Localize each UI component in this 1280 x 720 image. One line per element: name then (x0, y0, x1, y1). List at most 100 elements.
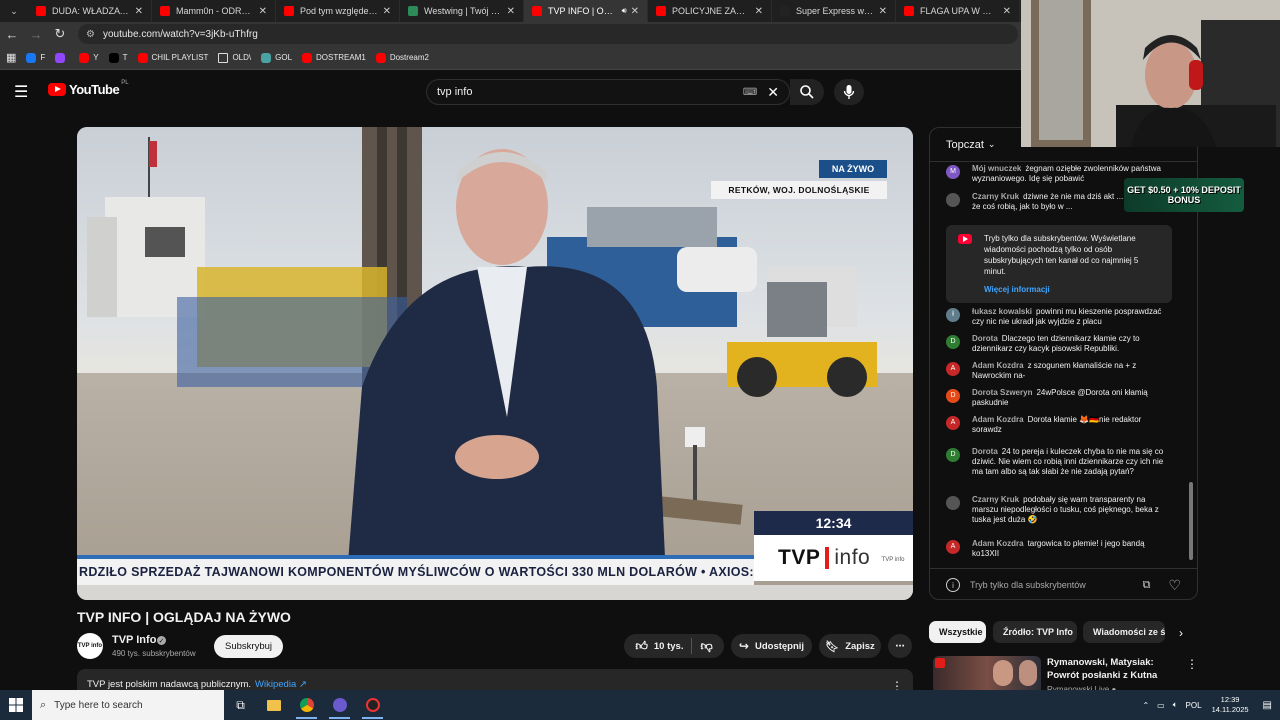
super-chat-icon[interactable]: ⧉ (1143, 579, 1151, 592)
chat-message[interactable]: D Dorota Dlaczego ten dziennikarz kłamie c… (946, 334, 1172, 354)
chat-avatar: M (946, 165, 960, 179)
app-icon-purple[interactable] (323, 690, 356, 720)
wikipedia-link[interactable]: Wikipedia ↗ (255, 679, 307, 690)
back-button[interactable]: ← (0, 22, 24, 46)
chat-message-body: Dorota 24 to pereja i kuleczek chyba to n… (972, 447, 1172, 477)
close-tab-icon[interactable]: ✕ (999, 6, 1011, 17)
bookmark-favicon-icon (137, 52, 148, 63)
chat-text: 24 to pereja i kuleczek chyba to nie ma … (972, 447, 1164, 476)
chat-message[interactable]: A Adam Kozdra targowica to plemie! i jego … (946, 539, 1172, 559)
subscribers-only-notice: Tryb tylko dla subskrybentów. Wyświetlan… (946, 225, 1172, 303)
thumbnail-face (1019, 660, 1037, 686)
deposit-bonus-ad[interactable]: GET $0.50 + 10% DEPOSIT BONUS (1124, 178, 1244, 212)
clear-search-icon[interactable]: ✕ (767, 84, 779, 101)
chat-message[interactable]: A Adam Kozdra z szogunem kłamaliście na + … (946, 361, 1172, 381)
chat-avatar (946, 193, 960, 207)
volume-icon[interactable]: 🔈︎ (1173, 700, 1178, 710)
logo-divider-bar (825, 547, 830, 569)
close-tab-icon[interactable]: ✕ (379, 6, 391, 17)
folder-icon (218, 52, 229, 63)
system-clock[interactable]: 12:39 14.11.2025 (1212, 695, 1249, 715)
search-button[interactable] (790, 79, 824, 105)
more-vertical-icon[interactable]: ⋮ (891, 679, 903, 693)
save-button[interactable]: 🔖︎ Zapisz (819, 634, 881, 658)
tab-title: Super Express w serw (796, 6, 875, 16)
bookmark-item[interactable]: Dostream2 (375, 52, 429, 63)
hamburger-menu-icon[interactable]: ☰ (14, 82, 34, 102)
browser-tab[interactable]: Westwing | Twój sklep✕ (400, 0, 524, 22)
info-icon[interactable]: i (946, 578, 960, 592)
forward-button[interactable]: → (24, 22, 48, 46)
browser-tab[interactable]: TVP INFO | OGLĄ 🔊︎ ✕ (524, 0, 648, 22)
language-indicator[interactable]: POL (1186, 701, 1202, 710)
tab-search-menu[interactable]: ⌄ (0, 0, 28, 22)
browser-tab[interactable]: Super Express w serw✕ (772, 0, 896, 22)
browser-tab[interactable]: FLAGA UPA W WARS✕ (896, 0, 1020, 22)
close-tab-icon[interactable]: ✕ (627, 6, 639, 17)
browser-tab[interactable]: Pod tym względem B ✕ (276, 0, 400, 22)
more-info-link[interactable]: Więcej informacji (984, 284, 1162, 295)
close-tab-icon[interactable]: ✕ (503, 6, 515, 17)
chat-scrollbar[interactable] (1189, 482, 1193, 560)
more-actions-button[interactable]: ⋯ (888, 634, 912, 658)
bookmark-item[interactable]: DOSTREAM1 (302, 52, 366, 63)
recommendation-title[interactable]: Rymanowski, Matysiak: Powrót posłanki z … (1047, 656, 1181, 682)
youtube-logo[interactable]: YouTube PL (48, 80, 129, 97)
reload-button[interactable]: ↻ (48, 22, 72, 46)
url-text: youtube.com/watch?v=3jKb-uThfrg (102, 28, 258, 40)
like-button[interactable]: 👍︎ 10 tys. (635, 639, 683, 654)
close-tab-icon[interactable]: ✕ (751, 6, 763, 17)
bookmark-item[interactable]: F (26, 52, 45, 63)
channel-name[interactable]: TVP Info (112, 634, 156, 646)
chat-message[interactable]: ł łukasz kowalski powinni mu kieszenie pos… (946, 307, 1172, 327)
close-tab-icon[interactable]: ✕ (875, 6, 887, 17)
share-button[interactable]: ↪ Udostępnij (731, 634, 812, 658)
taskbar-search-input[interactable]: ⌕ Type here to search (32, 690, 224, 720)
voice-search-button[interactable] (834, 79, 864, 105)
keyboard-icon[interactable]: ⌨ (743, 87, 757, 98)
chrome-icon[interactable] (290, 690, 323, 720)
file-explorer-icon[interactable] (257, 690, 290, 720)
bookmark-item[interactable]: T (108, 52, 128, 63)
browser-tab[interactable]: POLICYJNE ZABEZPIE✕ (648, 0, 772, 22)
filter-chip[interactable]: Źródło: TVP Info (993, 621, 1077, 643)
chat-message-body: Adam Kozdra Dorota kłamie 🦊🇩🇪nie redaktor… (972, 415, 1172, 435)
task-view-icon[interactable]: ⧉ (224, 690, 257, 720)
subscribe-button[interactable]: Subskrybuj (214, 635, 283, 658)
bookmark-item[interactable]: OLD\ (218, 52, 251, 63)
bookmark-item[interactable] (55, 52, 69, 63)
channel-avatar[interactable]: TVP info (77, 633, 103, 659)
chat-message[interactable]: A Adam Kozdra Dorota kłamie 🦊🇩🇪nie redakto… (946, 415, 1172, 435)
more-vertical-icon[interactable]: ⋮ (1186, 657, 1198, 671)
video-player[interactable]: NA ŻYWO RETKÓW, WOJ. DOLNOŚLĄSKIE RDZIŁO… (77, 127, 913, 600)
browser-tab[interactable]: DUDA: WŁADZA CHC✕ (28, 0, 152, 22)
close-tab-icon[interactable]: ✕ (255, 6, 267, 17)
network-icon[interactable]: ▭ (1157, 701, 1165, 710)
bookmark-item[interactable]: GOL (261, 52, 292, 63)
close-tab-icon[interactable]: ✕ (131, 6, 143, 17)
notification-icon[interactable]: ▤ (1263, 700, 1272, 711)
heart-icon[interactable]: ♡ (1168, 577, 1181, 594)
chevron-up-icon[interactable]: ⌃ (1142, 701, 1149, 710)
windows-start-icon[interactable] (0, 690, 32, 720)
url-input[interactable]: ⚙ youtube.com/watch?v=3jKb-uThfrg (78, 24, 1018, 44)
chat-message[interactable]: D Dorota 24 to pereja i kuleczek chyba to … (946, 447, 1172, 477)
recommendation-thumbnail[interactable] (933, 656, 1041, 694)
search-input[interactable]: tvp info ⌨ ✕ (426, 79, 790, 105)
site-info-icon[interactable]: ⚙ (86, 29, 95, 40)
tab-favicon-icon (780, 6, 790, 16)
chat-message[interactable]: Czarny Kruk podobały się warn transparent… (946, 495, 1172, 525)
chat-author: Dorota (972, 334, 998, 343)
browser-tab[interactable]: Mamm0n - ODRODZ ✕ (152, 0, 276, 22)
chat-avatar: A (946, 362, 960, 376)
app-icon-red[interactable] (356, 690, 389, 720)
bookmark-item[interactable]: Y (79, 52, 99, 63)
filter-chip[interactable]: Wiadomości ze ś (1083, 621, 1165, 643)
chevron-right-icon[interactable]: › (1172, 624, 1190, 642)
apps-icon[interactable]: ▦ (6, 51, 16, 64)
bookmark-label: Y (93, 53, 99, 62)
bookmark-item[interactable]: CHIL PLAYLIST (137, 52, 208, 63)
filter-chip[interactable]: Wszystkie (929, 621, 986, 643)
dislike-button[interactable]: 👎︎ (700, 639, 712, 654)
chat-message[interactable]: D Dorota Szweryn 24wPolsce @Dorota oni kła… (946, 388, 1172, 408)
